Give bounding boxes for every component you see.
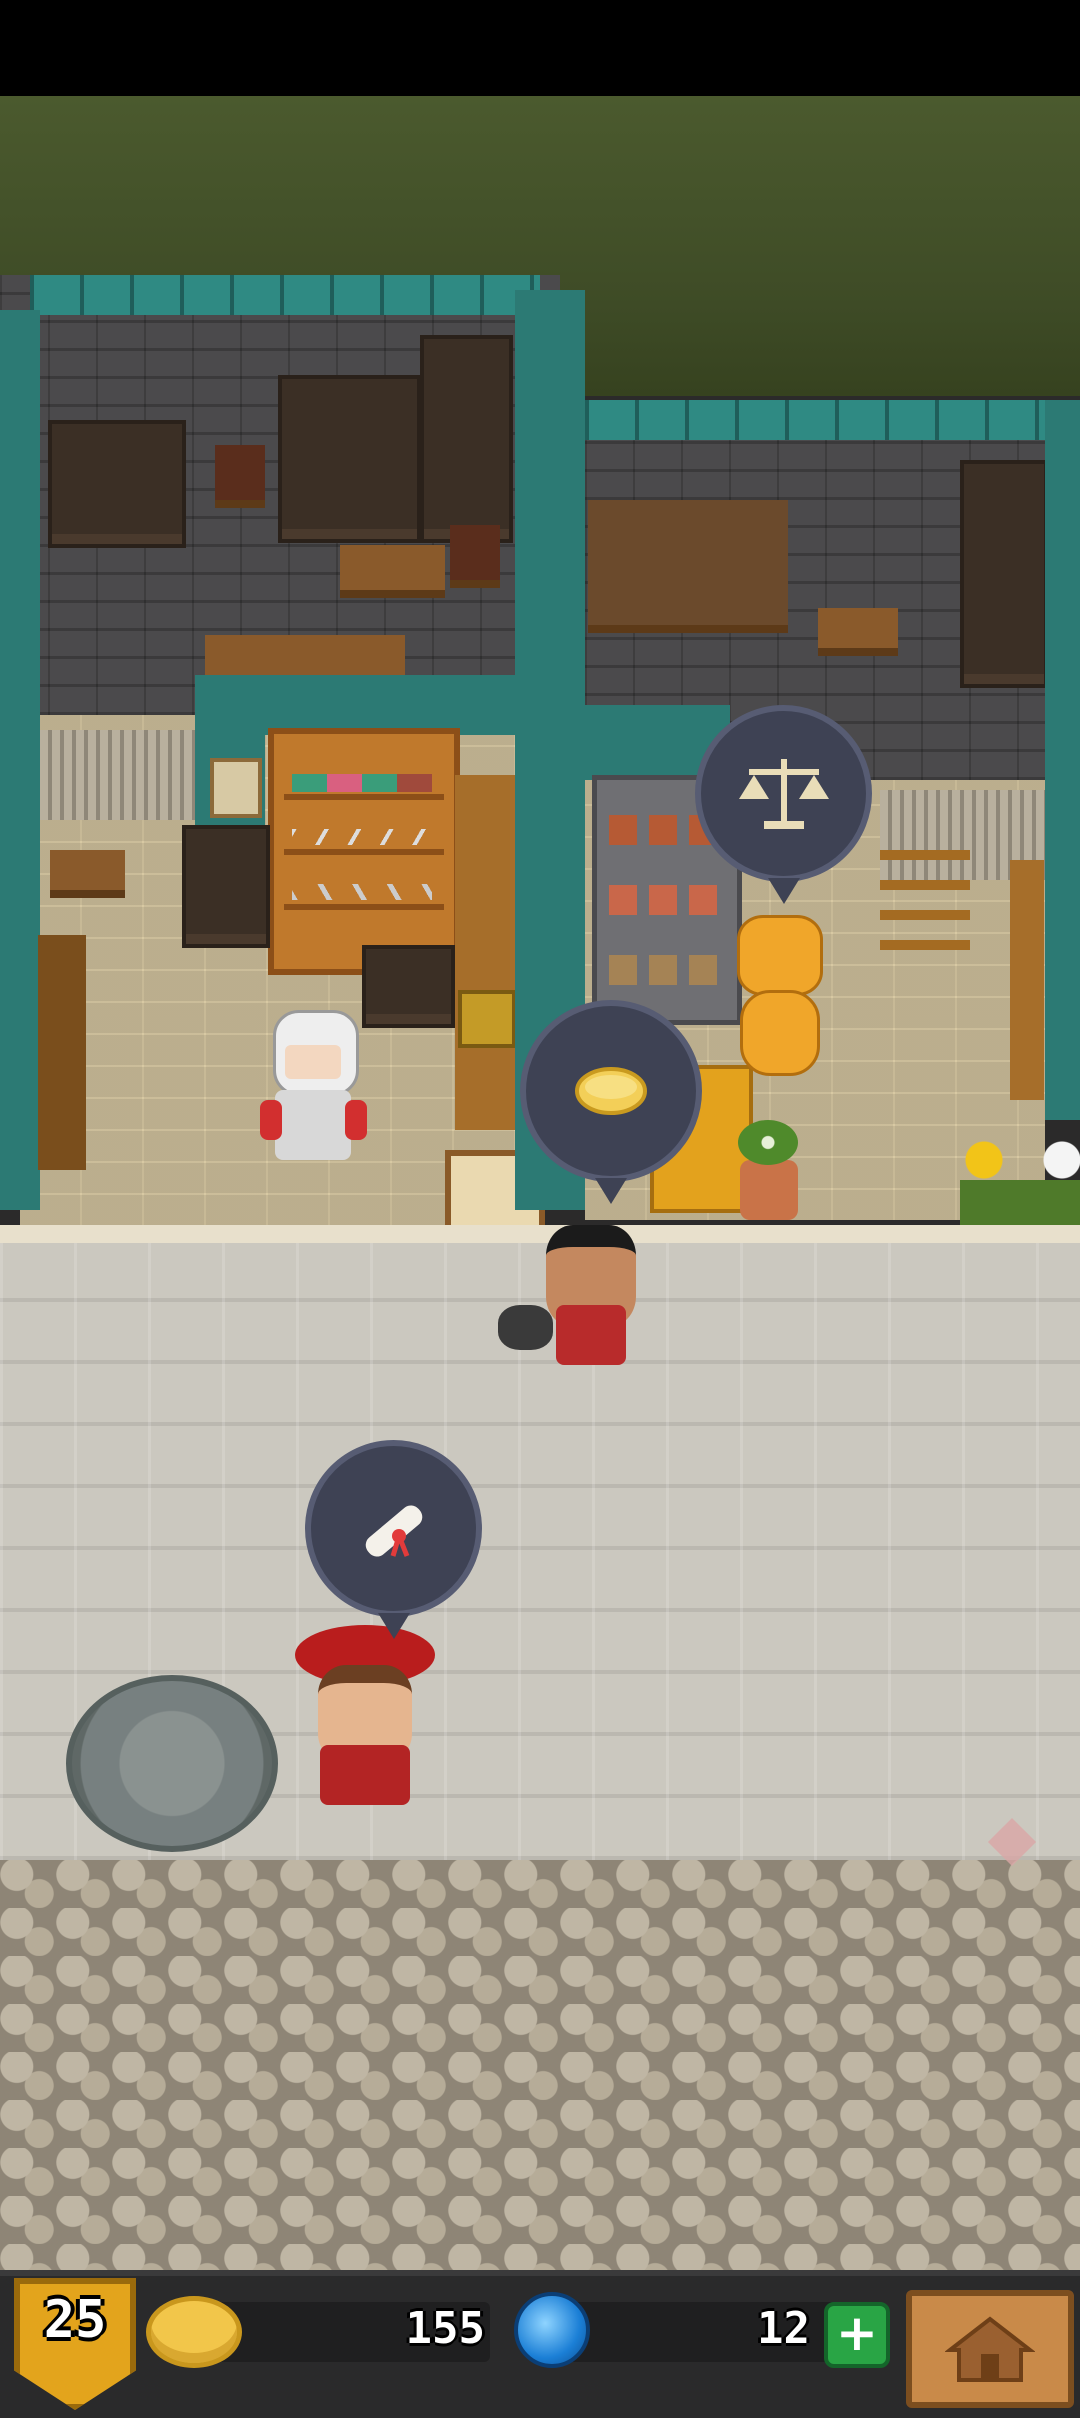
- gold-coin-icon: [575, 1067, 647, 1115]
- plus-icon: +: [836, 2304, 878, 2362]
- crate: [362, 945, 455, 1028]
- golden-robot-customer[interactable]: [722, 915, 832, 1076]
- sunflowers: [960, 1130, 1080, 1230]
- wall-top-left: [30, 275, 540, 315]
- sword-items: [292, 829, 432, 845]
- stool: [50, 850, 125, 898]
- door-post: [1010, 860, 1044, 1100]
- status-bar: [0, 0, 1080, 96]
- wooden-chair: [215, 445, 265, 508]
- left-outer-wall: [0, 310, 40, 1210]
- door-post: [455, 775, 515, 1130]
- scroll-request-bubble[interactable]: [305, 1440, 482, 1639]
- tool-items: [292, 884, 432, 900]
- right-outer-wall: [1045, 400, 1080, 1120]
- player-hero[interactable]: [290, 1625, 440, 1815]
- hammer-sign: [458, 990, 516, 1048]
- gold-coin-icon: [146, 2296, 242, 2368]
- player-level: 25: [43, 2290, 107, 2350]
- flower-pot: [740, 1160, 798, 1220]
- crate: [420, 335, 513, 543]
- house-icon: [945, 2316, 1035, 2382]
- cloth-items: [292, 774, 432, 792]
- flowers: [738, 1120, 798, 1165]
- scales-request-bubble[interactable]: [695, 705, 872, 904]
- weapon-shelf: [268, 728, 460, 975]
- bench: [340, 545, 445, 598]
- crate: [278, 375, 421, 543]
- ladder: [880, 840, 970, 950]
- add-gems-button[interactable]: +: [824, 2302, 890, 2368]
- coin-request-bubble[interactable]: [520, 1000, 702, 1204]
- pots: [609, 885, 719, 915]
- wall-planks: [40, 730, 195, 820]
- scroll-icon: [365, 1504, 422, 1557]
- wall-top-right: [585, 400, 1045, 440]
- screaming-kid-customer[interactable]: [498, 1225, 658, 1375]
- blue-gem-icon: [514, 2292, 590, 2368]
- coin-count: 155: [405, 2303, 485, 2354]
- wooden-door-frame: [38, 935, 86, 1170]
- crate-stack: [960, 460, 1048, 688]
- cobblestone-road: [0, 1860, 1080, 2270]
- wall-picture: [210, 758, 262, 818]
- manhole-cover: [66, 1675, 278, 1852]
- gem-count: 12: [757, 2303, 810, 2354]
- home-button[interactable]: [906, 2290, 1074, 2408]
- wooden-chair: [450, 525, 500, 588]
- bench: [818, 608, 898, 656]
- large-crate: [588, 500, 788, 633]
- sacks: [609, 955, 719, 985]
- crate: [48, 420, 186, 548]
- grandpa-npc[interactable]: [255, 1010, 370, 1170]
- scales-icon: [738, 758, 829, 829]
- crate: [182, 825, 270, 948]
